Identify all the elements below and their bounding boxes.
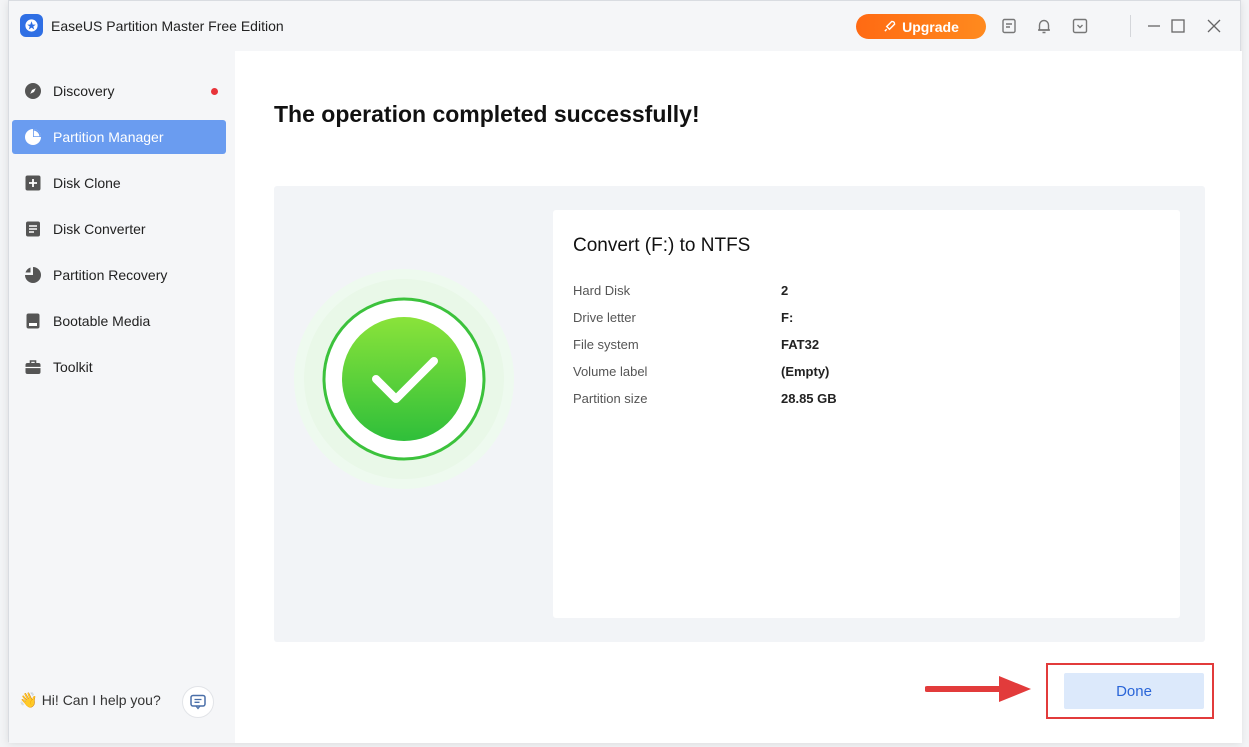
recovery-icon [24,266,42,284]
sidebar-item-label: Disk Clone [53,175,121,191]
detail-key: Volume label [573,364,648,379]
bell-icon[interactable] [1033,15,1055,37]
sidebar-item-label: Disk Converter [53,221,146,237]
operation-details-card: Convert (F:) to NTFS Hard Disk 2 Drive l… [553,210,1180,618]
sidebar-item-label: Discovery [53,83,115,99]
toolkit-icon [24,358,42,376]
sidebar: Discovery Partition Manager Disk Clone D… [9,51,235,743]
sidebar-item-disk-clone[interactable]: Disk Clone [12,166,226,200]
chat-button[interactable] [182,686,214,718]
detail-row: Hard Disk 2 [573,283,1163,303]
sidebar-item-label: Toolkit [53,359,93,375]
pie-chart-icon [24,128,42,146]
waving-hand-icon: 👋 [19,692,38,709]
clone-plus-icon [24,174,42,192]
detail-key: Hard Disk [573,283,631,298]
sidebar-item-disk-converter[interactable]: Disk Converter [12,212,226,246]
main-content: The operation completed successfully! Co… [235,51,1242,743]
background-edge [0,0,8,747]
close-icon[interactable] [1203,15,1225,37]
maximize-icon[interactable] [1167,15,1189,37]
done-button[interactable]: Done [1064,673,1204,709]
app-window: EaseUS Partition Master Free Edition Upg… [8,0,1242,743]
chat-icon [190,694,206,710]
detail-row: Volume label (Empty) [573,364,1163,384]
operation-title: Convert (F:) to NTFS [573,235,751,256]
detail-key: File system [573,337,639,352]
title-bar: EaseUS Partition Master Free Edition Upg… [9,1,1240,51]
converter-icon [24,220,42,238]
rocket-icon [884,20,896,32]
sidebar-item-partition-recovery[interactable]: Partition Recovery [12,258,226,292]
success-check-icon [304,279,504,479]
result-panel: Convert (F:) to NTFS Hard Disk 2 Drive l… [274,186,1205,642]
compass-icon [24,82,42,100]
notification-dot [211,88,218,95]
detail-key: Partition size [573,391,648,406]
success-icon-backdrop [294,269,514,489]
bootable-media-icon [24,312,42,330]
sidebar-item-label: Partition Recovery [53,267,168,283]
detail-value: FAT32 [781,337,820,352]
sidebar-item-toolkit[interactable]: Toolkit [12,350,226,384]
sidebar-item-label: Partition Manager [53,129,164,145]
detail-value: 2 [781,283,789,298]
feedback-icon[interactable] [998,15,1020,37]
minimize-icon[interactable] [1143,15,1165,37]
page-title: The operation completed successfully! [274,101,700,127]
sidebar-item-label: Bootable Media [53,313,151,329]
titlebar-divider [1130,15,1131,37]
help-text: Hi! Can I help you? [41,692,161,708]
app-title: EaseUS Partition Master Free Edition [51,18,284,34]
menu-dropdown-icon[interactable] [1069,15,1091,37]
detail-row: Partition size 28.85 GB [573,391,1163,411]
upgrade-label: Upgrade [902,18,959,35]
detail-value: F: [781,310,794,325]
help-prompt[interactable]: 👋 Hi! Can I help you? [19,691,161,709]
detail-key: Drive letter [573,310,636,325]
sidebar-item-discovery[interactable]: Discovery [12,74,226,108]
sidebar-item-partition-manager[interactable]: Partition Manager [12,120,226,154]
detail-row: File system FAT32 [573,337,1163,357]
detail-row: Drive letter F: [573,310,1163,330]
app-logo-icon [20,14,43,37]
red-arrow-annotation [925,676,1031,702]
detail-value: 28.85 GB [781,391,837,406]
sidebar-item-bootable-media[interactable]: Bootable Media [12,304,226,338]
detail-value: (Empty) [781,364,830,379]
upgrade-button[interactable]: Upgrade [856,14,986,39]
